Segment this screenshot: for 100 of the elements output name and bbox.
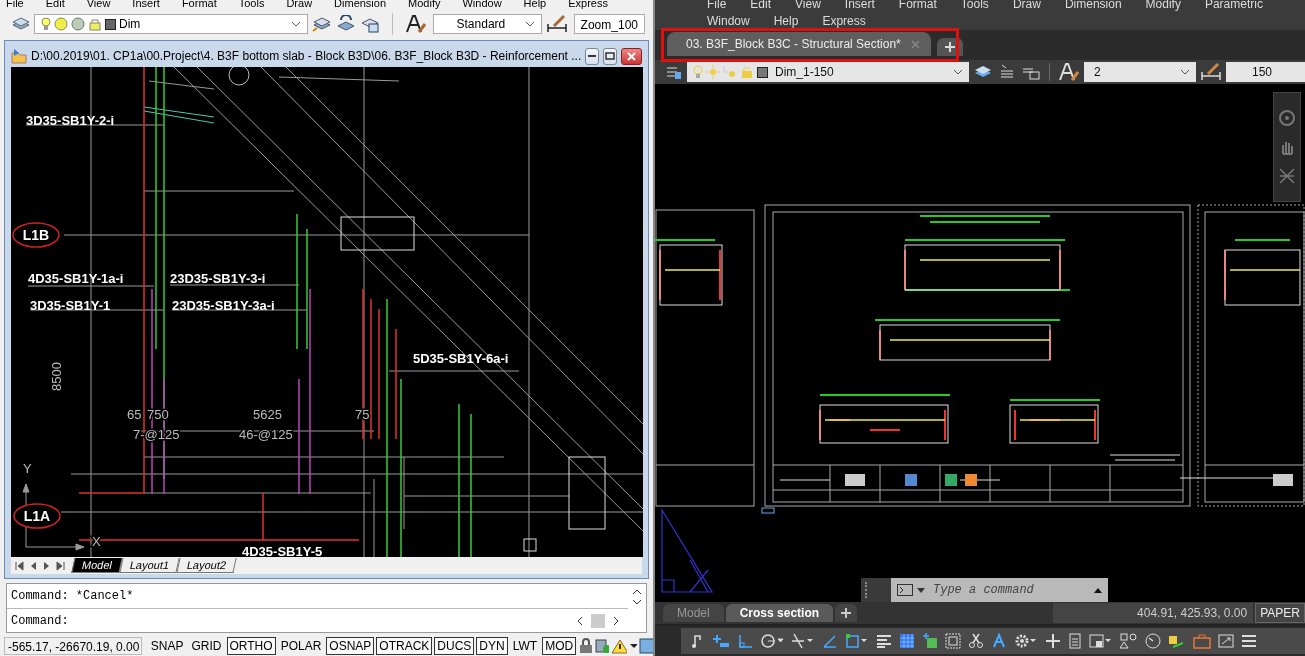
- menu-item[interactable]: Dimension: [1064, 0, 1122, 12]
- command-input[interactable]: Type a command: [931, 578, 1088, 602]
- menu-item[interactable]: Insert: [132, 0, 160, 10]
- gear-icon[interactable]: [1014, 633, 1038, 649]
- menu-item[interactable]: Format: [898, 0, 937, 12]
- scroll-left-icon[interactable]: [576, 616, 583, 626]
- polar-circle-icon[interactable]: [760, 633, 784, 649]
- menu-item[interactable]: Tools: [238, 0, 265, 10]
- layer-stack-icon[interactable]: [312, 15, 333, 33]
- lock-icon[interactable]: [578, 638, 592, 654]
- window-title: D:\00.2019\01. CP1a\00.Project\4. B3F bottom slab - Block B3D\06. B3F_Block B3D - Reinforcement ...: [31, 49, 582, 63]
- scroll-down-icon[interactable]: [632, 599, 642, 606]
- menu-item[interactable]: Modify: [1145, 0, 1181, 12]
- menu-item[interactable]: Edit: [45, 0, 65, 10]
- command-prompt-button[interactable]: [891, 578, 931, 602]
- menu-item[interactable]: View: [795, 0, 821, 12]
- status-toggle[interactable]: DYN: [476, 637, 508, 655]
- command-prompt-icon: [897, 584, 913, 596]
- lightbulb-icon: [693, 65, 703, 79]
- crossing-lines-icon[interactable]: [791, 633, 815, 649]
- dimension-style-icon[interactable]: [545, 14, 568, 34]
- menu-item[interactable]: Dimension: [334, 0, 387, 10]
- scroll-right-icon[interactable]: [613, 616, 620, 626]
- scroll-up-icon[interactable]: [632, 588, 642, 595]
- angle-icon[interactable]: [822, 633, 838, 649]
- first-tab-icon[interactable]: [13, 559, 25, 572]
- shapes-icon[interactable]: [1120, 633, 1138, 649]
- menu-item[interactable]: Draw: [286, 0, 313, 10]
- selection-box-icon[interactable]: [945, 633, 961, 649]
- square-icon[interactable]: [845, 633, 869, 649]
- maximize-button[interactable]: [602, 47, 617, 65]
- right-angle-icon[interactable]: [737, 633, 753, 649]
- restore-icon: [604, 52, 615, 60]
- caret-icon: [524, 21, 535, 27]
- menu-item[interactable]: Tools: [960, 0, 989, 12]
- text-style-dropdown[interactable]: 2: [1084, 62, 1196, 82]
- drawing-canvas[interactable]: Type a command: [655, 84, 1305, 602]
- tray-settings-icon[interactable]: [593, 638, 610, 654]
- fullscreen-icon[interactable]: [1218, 633, 1234, 649]
- menu-icon[interactable]: [1241, 633, 1257, 649]
- history-button[interactable]: [1088, 578, 1108, 602]
- layer-name: Dim_1-150: [774, 65, 834, 79]
- menu-item[interactable]: Edit: [750, 0, 772, 12]
- layout-tab[interactable]: Model: [71, 558, 123, 573]
- plus-dash-icon[interactable]: [712, 633, 730, 649]
- menu-item[interactable]: File: [707, 0, 727, 12]
- menu-item[interactable]: View: [86, 0, 111, 10]
- steering-wheel-icon[interactable]: [1278, 108, 1296, 127]
- layer-properties-icon[interactable]: [665, 64, 683, 80]
- menu-item[interactable]: Help: [523, 0, 547, 10]
- lines-icon[interactable]: [876, 633, 892, 649]
- menu-item[interactable]: Window: [462, 0, 502, 10]
- layer-box-icon[interactable]: [922, 633, 938, 649]
- menu-item[interactable]: File: [6, 0, 24, 10]
- window-lock-icon[interactable]: [1089, 633, 1113, 649]
- zoom-extents-icon[interactable]: [1278, 167, 1296, 186]
- isolate-objects-icon[interactable]: [1168, 633, 1186, 649]
- layout-tab[interactable]: Layout1: [119, 558, 180, 573]
- menu-item[interactable]: Insert: [844, 0, 875, 12]
- minimize-button[interactable]: [585, 47, 599, 65]
- dimension-scale-field[interactable]: 150: [1226, 62, 1305, 82]
- status-toggle[interactable]: OTRACK: [376, 637, 433, 655]
- dimension-style-field[interactable]: Zoom_100: [573, 14, 645, 34]
- text-style-icon[interactable]: [1058, 62, 1080, 82]
- layer-dropdown[interactable]: Dim_1-150: [687, 62, 969, 82]
- warning-icon[interactable]: [611, 638, 627, 654]
- menu-item[interactable]: Draw: [1012, 0, 1041, 12]
- layers-icon[interactable]: [12, 16, 30, 32]
- plus-icon[interactable]: [1045, 633, 1061, 649]
- briefcase-icon[interactable]: [1193, 633, 1211, 649]
- caret-icon[interactable]: [628, 643, 638, 649]
- text-style-dropdown[interactable]: Standard: [433, 14, 542, 34]
- status-toggle[interactable]: MOD: [542, 637, 577, 655]
- status-toggle[interactable]: DUCS: [434, 637, 475, 655]
- menu-item[interactable]: Parametric: [1204, 0, 1263, 12]
- file-tab[interactable]: 03. B3F_Block B3C - Structural Section*: [667, 32, 931, 56]
- layer-dropdown[interactable]: Dim: [34, 14, 309, 34]
- close-button[interactable]: [620, 47, 642, 65]
- menu-item[interactable]: Format: [181, 0, 217, 10]
- text-style-icon[interactable]: [405, 14, 428, 34]
- layout-tab[interactable]: Cross section: [725, 604, 834, 622]
- menu-item[interactable]: Modify: [408, 0, 441, 10]
- last-tab-icon[interactable]: [55, 559, 67, 572]
- new-layout-button[interactable]: [835, 604, 858, 622]
- dimension-style-icon[interactable]: [1200, 62, 1222, 82]
- layout-tab[interactable]: Model: [663, 604, 724, 622]
- command-prompt[interactable]: Command:: [7, 609, 628, 633]
- paper-space-button[interactable]: PAPER: [1255, 603, 1305, 623]
- menu-item[interactable]: Express: [822, 12, 866, 30]
- layout-tab[interactable]: Layout2: [176, 558, 237, 573]
- status-toggle[interactable]: OSNAP: [326, 637, 375, 655]
- calculator-icon[interactable]: [1068, 633, 1082, 649]
- menu-item[interactable]: Window: [707, 12, 750, 30]
- hatch-icon[interactable]: [899, 633, 915, 649]
- scrollbar-thumb[interactable]: [591, 614, 605, 628]
- menu-item[interactable]: Express: [568, 0, 608, 10]
- status-toggle[interactable]: ORTHO: [226, 637, 276, 655]
- drag-handle[interactable]: [865, 582, 867, 598]
- gauge-icon[interactable]: [1145, 633, 1161, 649]
- menu-item[interactable]: Help: [773, 12, 799, 30]
